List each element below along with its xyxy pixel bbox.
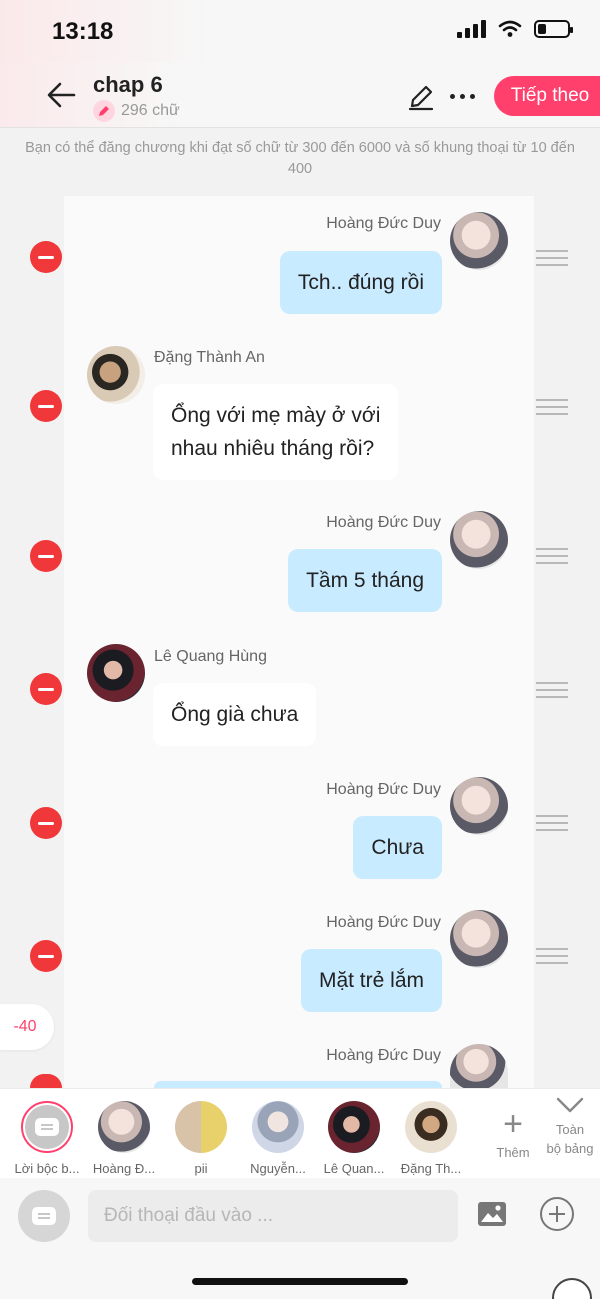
word-limit-notice: Bạn có thể đăng chương khi đạt số chữ từ…	[25, 140, 575, 177]
delete-message-button[interactable]	[30, 673, 62, 705]
avatar	[450, 777, 508, 835]
chapter-title: chap 6	[93, 72, 163, 97]
drag-handle-icon[interactable]	[536, 682, 568, 698]
delete-message-button[interactable]	[30, 540, 62, 572]
avatar	[98, 1101, 150, 1153]
back-button[interactable]	[44, 78, 78, 112]
avatar	[87, 346, 145, 404]
sender-name: Lê Quang Hùng	[154, 648, 267, 665]
image-icon	[478, 1202, 506, 1226]
avatar	[405, 1101, 457, 1153]
delete-message-button[interactable]	[30, 241, 62, 273]
message-bubble[interactable]: Ổng già chưa	[153, 683, 317, 746]
character-hoang-duc-duy[interactable]: Hoàng Đ...	[91, 1101, 157, 1176]
delete-message-button[interactable]	[30, 940, 62, 972]
chapter-header: chap 6 296 chữ Tiếp theo	[0, 62, 600, 128]
back-arrow-icon	[47, 82, 76, 108]
pencil-icon	[408, 85, 434, 111]
avatar	[450, 212, 508, 270]
drag-handle-icon[interactable]	[536, 815, 568, 831]
collapse-panel-button[interactable]: Toàn bộ bảng	[540, 1095, 600, 1158]
sender-name: Hoàng Đức Duy	[326, 914, 441, 931]
status-bar: 13:18	[0, 0, 600, 62]
character-dang-thanh-an[interactable]: Đặng Th...	[398, 1101, 464, 1176]
signal-icon	[457, 20, 486, 38]
image-button[interactable]	[476, 1200, 508, 1228]
character-name: Lời bộc b...	[14, 1161, 80, 1176]
avatar	[175, 1101, 227, 1153]
sender-name: Hoàng Đức Duy	[326, 514, 441, 531]
more-options-icon[interactable]	[450, 94, 475, 99]
drag-handle-icon[interactable]	[536, 548, 568, 564]
plus-icon: +	[503, 1105, 523, 1143]
dialogue-mode-button[interactable]	[18, 1190, 70, 1242]
avatar	[87, 644, 145, 702]
character-name: Hoàng Đ...	[92, 1161, 156, 1176]
drag-handle-icon[interactable]	[536, 250, 568, 266]
character-name: Đặng Th...	[400, 1161, 462, 1176]
delete-message-button[interactable]	[30, 1074, 62, 1088]
edit-button[interactable]	[406, 82, 436, 112]
pencil-badge-icon	[93, 100, 115, 122]
avatar	[328, 1101, 380, 1153]
add-content-button[interactable]	[540, 1197, 574, 1231]
character-pii[interactable]: pii	[168, 1101, 234, 1176]
avatar	[450, 910, 508, 968]
battery-icon	[534, 20, 573, 38]
sender-name: Đặng Thành An	[154, 349, 265, 366]
wifi-icon	[498, 20, 522, 37]
home-indicator	[192, 1278, 408, 1285]
sender-name: Hoàng Đức Duy	[326, 215, 441, 232]
avatar	[252, 1101, 304, 1153]
sender-name: Hoàng Đức Duy	[326, 781, 441, 798]
scroll-up-button[interactable]	[552, 1278, 592, 1299]
narrator-icon	[35, 1118, 59, 1136]
add-character-label: Thêm	[496, 1145, 530, 1160]
message-bubble[interactable]: Chưa	[353, 816, 442, 879]
chat-bubble-icon	[32, 1207, 56, 1225]
character-nguyen[interactable]: Nguyễn...	[245, 1101, 311, 1176]
next-chapter-button[interactable]: Tiếp theo	[494, 76, 600, 116]
character-name: Nguyễn...	[250, 1161, 306, 1176]
character-le-quang-hung[interactable]: Lê Quan...	[321, 1101, 387, 1176]
drag-handle-icon[interactable]	[536, 399, 568, 415]
input-bar	[0, 1178, 600, 1299]
character-narrator[interactable]: Lời bộc b...	[14, 1101, 80, 1176]
collapse-label: Toàn bộ bảng	[546, 1122, 594, 1156]
offset-badge[interactable]: -40	[0, 1004, 54, 1050]
add-character-button[interactable]: + Thêm	[483, 1107, 543, 1160]
message-bubble[interactable]	[154, 1081, 442, 1088]
message-bubble[interactable]: Ổng với mẹ mày ở với nhau nhiêu tháng rồ…	[153, 384, 399, 480]
chevron-down-icon	[556, 1097, 584, 1113]
delete-message-button[interactable]	[30, 390, 62, 422]
character-bar: Lời bộc b... Hoàng Đ... pii Nguyễn... Lê…	[0, 1088, 600, 1178]
message-bubble[interactable]: Tầm 5 tháng	[288, 549, 442, 612]
avatar	[450, 511, 508, 569]
status-icons	[457, 20, 573, 38]
drag-handle-icon[interactable]	[536, 948, 568, 964]
message-bubble[interactable]: Tch.. đúng rồi	[279, 251, 442, 314]
delete-message-button[interactable]	[30, 807, 62, 839]
word-count: 296 chữ	[121, 102, 180, 119]
sender-name: Hoàng Đức Duy	[326, 1047, 441, 1064]
character-name: Lê Quan...	[323, 1161, 385, 1176]
status-time: 13:18	[52, 18, 114, 45]
word-count-row: 296 chữ	[93, 100, 180, 122]
message-bubble[interactable]: Mặt trẻ lắm	[300, 949, 442, 1012]
character-name: pii	[194, 1161, 208, 1176]
dialogue-input[interactable]	[88, 1190, 458, 1242]
